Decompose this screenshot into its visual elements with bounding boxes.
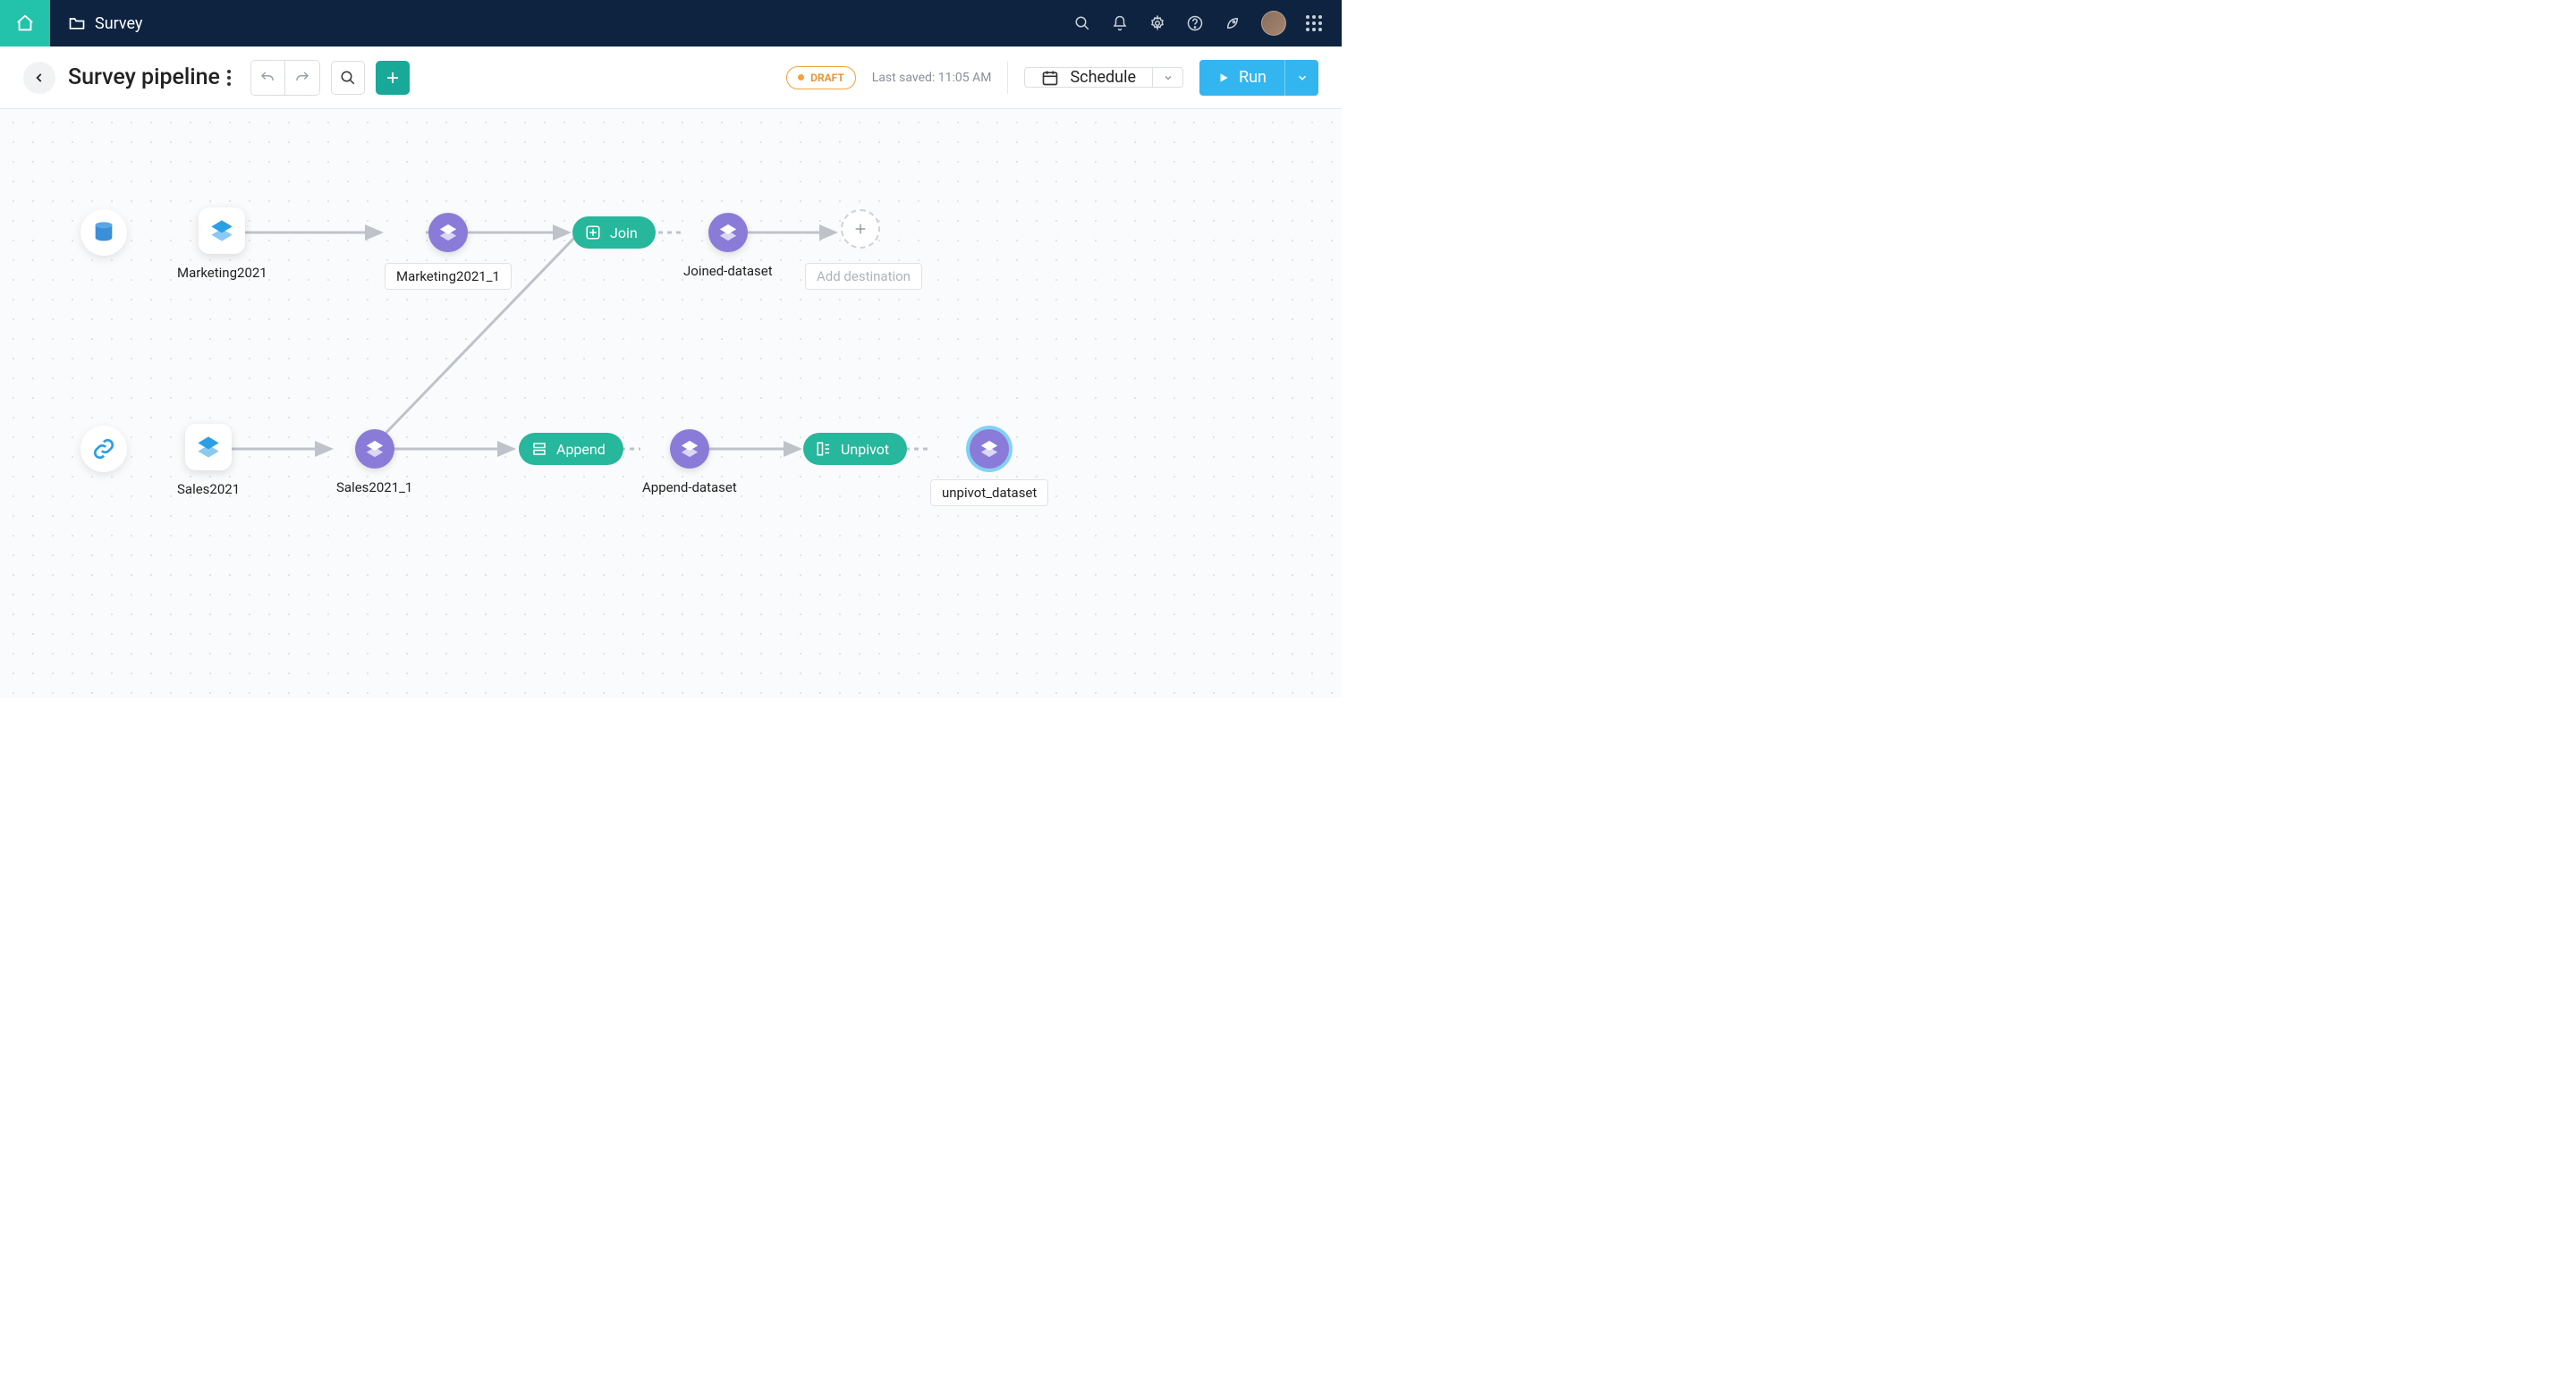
layers-icon bbox=[438, 223, 458, 242]
pipeline-canvas[interactable]: Marketing2021 Marketing2021_1 Join Joine… bbox=[0, 109, 1342, 698]
plus-icon bbox=[853, 222, 868, 236]
node-label: Add destination bbox=[805, 263, 922, 290]
node-label: Joined-dataset bbox=[683, 263, 773, 279]
chevron-down-icon bbox=[1163, 72, 1174, 83]
undo-button[interactable] bbox=[251, 61, 285, 95]
help-icon bbox=[1187, 15, 1203, 31]
status-text: DRAFT bbox=[810, 72, 844, 84]
status-badge: DRAFT bbox=[786, 66, 856, 89]
pill-label: Join bbox=[610, 224, 638, 241]
app-grid-button[interactable] bbox=[1306, 15, 1322, 31]
connectors bbox=[0, 109, 1342, 698]
page-title: Survey pipeline bbox=[68, 64, 220, 90]
layers-icon bbox=[979, 439, 999, 459]
plus-icon bbox=[385, 70, 401, 86]
prepared-dataset-icon[interactable] bbox=[970, 429, 1009, 469]
add-destination-button[interactable] bbox=[841, 209, 880, 249]
link-source-icon[interactable] bbox=[80, 426, 127, 472]
search-icon bbox=[340, 70, 356, 86]
play-icon bbox=[1217, 72, 1230, 84]
dataset-node[interactable]: Sales2021 bbox=[177, 424, 240, 497]
navbar-icons bbox=[1073, 11, 1322, 36]
dataset-icon-box[interactable] bbox=[185, 424, 232, 470]
top-navbar: Survey bbox=[0, 0, 1342, 46]
add-node-button[interactable] bbox=[376, 61, 410, 95]
search-nav-button[interactable] bbox=[1073, 14, 1091, 32]
layers-icon bbox=[718, 223, 738, 242]
prepared-dataset-icon[interactable] bbox=[428, 213, 468, 252]
home-button[interactable] bbox=[0, 0, 50, 46]
search-icon bbox=[1074, 15, 1090, 31]
dataset-icon-box[interactable] bbox=[199, 207, 245, 254]
divider bbox=[1007, 62, 1008, 94]
back-button[interactable] bbox=[23, 62, 55, 94]
append-icon bbox=[531, 441, 547, 457]
schedule-dropdown[interactable] bbox=[1152, 68, 1182, 87]
run-button[interactable]: Run bbox=[1199, 60, 1318, 96]
layers-icon bbox=[680, 439, 699, 459]
schedule-main[interactable]: Schedule bbox=[1025, 68, 1152, 87]
joined-dataset-node[interactable]: Joined-dataset bbox=[683, 213, 773, 279]
pill-label: Append bbox=[556, 441, 606, 458]
redo-button[interactable] bbox=[285, 61, 319, 95]
breadcrumb-label: Survey bbox=[95, 14, 142, 33]
settings-nav-button[interactable] bbox=[1148, 14, 1166, 32]
prepared-dataset-icon[interactable] bbox=[355, 429, 394, 469]
prepared-dataset-node[interactable]: Marketing2021_1 bbox=[385, 213, 512, 290]
title-menu-button[interactable] bbox=[227, 70, 231, 86]
bell-icon bbox=[1112, 15, 1128, 31]
node-label: Marketing2021 bbox=[177, 265, 267, 281]
undo-redo-group bbox=[250, 60, 320, 96]
datasource-node[interactable] bbox=[80, 209, 127, 256]
append-transform-node[interactable]: Append bbox=[519, 433, 623, 465]
prepared-dataset-icon[interactable] bbox=[708, 213, 748, 252]
gear-icon bbox=[1149, 15, 1165, 31]
run-dropdown[interactable] bbox=[1284, 60, 1318, 96]
schedule-button[interactable]: Schedule bbox=[1024, 67, 1183, 88]
chevron-left-icon bbox=[33, 72, 46, 84]
run-main[interactable]: Run bbox=[1199, 60, 1284, 96]
azure-sql-icon bbox=[91, 220, 116, 245]
prepared-dataset-icon[interactable] bbox=[670, 429, 709, 469]
rocket-icon bbox=[1224, 15, 1241, 31]
dataset-node[interactable]: Marketing2021 bbox=[177, 207, 267, 281]
link-icon bbox=[92, 437, 115, 461]
run-label: Run bbox=[1239, 68, 1267, 87]
undo-icon bbox=[259, 70, 275, 86]
calendar-icon bbox=[1041, 69, 1059, 87]
unpivot-dataset-node[interactable]: unpivot_dataset bbox=[930, 429, 1048, 506]
prepared-dataset-node[interactable]: Sales2021_1 bbox=[336, 429, 412, 495]
breadcrumb[interactable]: Survey bbox=[68, 14, 142, 33]
azure-source-icon[interactable] bbox=[80, 209, 127, 256]
toolbar: Survey pipeline DRAFT Last saved: 11:05 … bbox=[0, 46, 1342, 109]
schedule-label: Schedule bbox=[1070, 68, 1136, 87]
avatar[interactable] bbox=[1261, 11, 1286, 36]
node-label: Sales2021_1 bbox=[336, 479, 412, 495]
layers-icon bbox=[196, 435, 221, 460]
join-transform-node[interactable]: Join bbox=[572, 216, 656, 249]
chevron-down-icon bbox=[1296, 72, 1309, 84]
node-label: Append-dataset bbox=[642, 479, 737, 495]
layers-icon bbox=[209, 218, 234, 243]
unpivot-transform-node[interactable]: Unpivot bbox=[803, 433, 907, 465]
add-destination-label-wrap: Add destination bbox=[805, 252, 922, 290]
node-label: unpivot_dataset bbox=[930, 479, 1048, 506]
layers-icon bbox=[365, 439, 385, 459]
help-button[interactable] bbox=[1186, 14, 1204, 32]
folder-icon bbox=[68, 14, 86, 32]
node-label: Sales2021 bbox=[177, 481, 240, 497]
datasource-node[interactable] bbox=[80, 426, 127, 472]
unpivot-icon bbox=[816, 441, 832, 457]
append-dataset-node[interactable]: Append-dataset bbox=[642, 429, 737, 495]
notifications-button[interactable] bbox=[1111, 14, 1129, 32]
home-icon bbox=[15, 13, 35, 33]
join-icon bbox=[585, 224, 601, 241]
redo-icon bbox=[294, 70, 310, 86]
node-label: Marketing2021_1 bbox=[385, 263, 512, 290]
pill-label: Unpivot bbox=[841, 441, 889, 458]
search-canvas-button[interactable] bbox=[331, 61, 365, 95]
rocket-button[interactable] bbox=[1224, 14, 1241, 32]
last-saved-text: Last saved: 11:05 AM bbox=[872, 71, 992, 85]
